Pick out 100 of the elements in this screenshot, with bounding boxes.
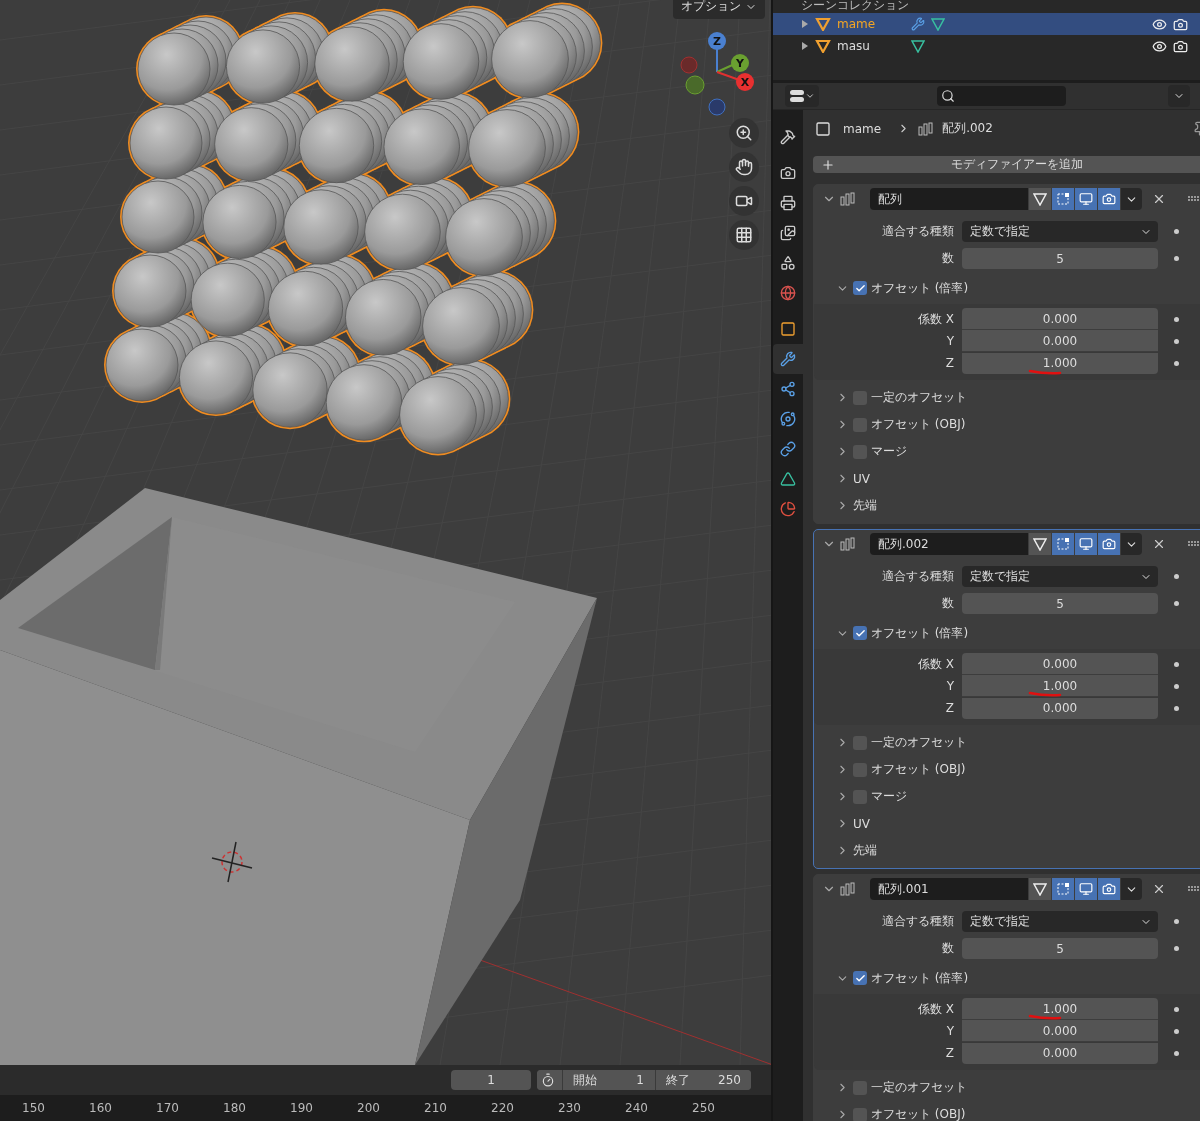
field-label: 適合する種類 <box>881 913 954 930</box>
close-icon[interactable] <box>1152 882 1166 896</box>
wrench-icon[interactable] <box>911 17 925 31</box>
checkbox[interactable] <box>853 281 867 295</box>
current-frame-field[interactable]: 1 <box>451 1070 531 1090</box>
dropdown-button[interactable] <box>1121 878 1142 900</box>
link-icon <box>780 441 796 457</box>
mesh-icon <box>1033 192 1047 206</box>
count-field[interactable]: 5 <box>962 938 1158 959</box>
keyframe-dot-icon[interactable] <box>1173 574 1179 579</box>
factor-field[interactable]: 1.000 <box>962 352 1158 374</box>
add-modifier-button[interactable]: モディファイアーを追加 <box>813 156 1200 173</box>
keyframe-dot-icon[interactable] <box>1173 661 1179 667</box>
monitor-icon <box>1079 537 1093 551</box>
camera-icon <box>1102 882 1116 896</box>
drag-handle-icon[interactable] <box>1188 886 1200 892</box>
object-icon <box>815 17 831 31</box>
expand-arrow-icon[interactable] <box>801 20 809 28</box>
globe-icon <box>780 285 796 301</box>
nodes-icon <box>780 381 796 397</box>
field-label: Z <box>944 1046 954 1060</box>
toggle-button[interactable] <box>1029 533 1051 555</box>
keyframe-dot-icon[interactable] <box>1173 705 1179 711</box>
toggle-button[interactable] <box>1075 878 1097 900</box>
factor-field[interactable]: 0.000 <box>962 308 1158 330</box>
camera-icon <box>780 165 796 181</box>
toggle-button[interactable] <box>1075 533 1097 555</box>
checkbox[interactable] <box>853 971 867 985</box>
toggle-button[interactable] <box>1029 188 1051 210</box>
keyframe-dot-icon[interactable] <box>1173 601 1179 606</box>
wrench-tab[interactable] <box>773 344 803 374</box>
toggle-button[interactable] <box>1098 878 1120 900</box>
outliner-row[interactable]: mame <box>773 13 1200 35</box>
breadcrumb-object[interactable]: mame <box>843 121 882 136</box>
field-label: 係数 X <box>916 1000 954 1018</box>
fit-type-dropdown[interactable]: 定数で指定 <box>962 566 1158 587</box>
keyframe-dot-icon[interactable] <box>1173 229 1179 234</box>
axis-gizmo-drawing[interactable]: Z Y X <box>675 30 755 120</box>
eye-icon[interactable] <box>1152 16 1167 32</box>
mesh-icon <box>1033 537 1047 551</box>
keyframe-dot-icon[interactable] <box>1173 1028 1179 1034</box>
toggle-button[interactable] <box>1075 188 1097 210</box>
factor-field[interactable]: 0.000 <box>962 1042 1158 1064</box>
options-button[interactable]: オプション <box>673 0 765 19</box>
breadcrumb-modifier[interactable]: 配列.002 <box>942 120 993 137</box>
checkbox[interactable] <box>853 626 867 640</box>
toggle-button[interactable] <box>1098 188 1120 210</box>
factor-field[interactable]: 1.000 <box>962 675 1158 697</box>
modifier-name-field[interactable]: 配列 <box>870 188 1028 210</box>
expand-arrow-icon[interactable] <box>801 42 809 50</box>
factor-field[interactable]: 0.000 <box>962 697 1158 719</box>
drag-handle-icon[interactable] <box>1188 541 1200 547</box>
toggle-button[interactable] <box>1029 878 1051 900</box>
drag-handle-icon[interactable] <box>1188 196 1200 202</box>
toggle-button[interactable] <box>1052 188 1074 210</box>
camera-icon[interactable] <box>1173 16 1188 32</box>
field-label: Y <box>945 1024 954 1038</box>
stopwatch-icon[interactable] <box>541 1073 555 1087</box>
frame-number: 190 <box>289 1101 314 1115</box>
factor-field[interactable]: 0.000 <box>962 1020 1158 1042</box>
mesh-icon <box>931 17 945 31</box>
editor-type-button[interactable] <box>785 85 819 107</box>
dropdown-button[interactable] <box>1121 188 1142 210</box>
section-label: オフセット (OBJ) <box>871 416 966 433</box>
keyframe-dot-icon[interactable] <box>1173 316 1179 322</box>
close-icon[interactable] <box>1152 192 1166 206</box>
shapes-icon <box>780 255 796 271</box>
search-field[interactable] <box>937 86 1066 106</box>
keyframe-dot-icon[interactable] <box>1173 1050 1179 1056</box>
modifier-name-field[interactable]: 配列.002 <box>870 533 1028 555</box>
count-field[interactable]: 5 <box>962 593 1158 614</box>
toggle-button[interactable] <box>1052 878 1074 900</box>
eye-icon[interactable] <box>1152 38 1167 54</box>
close-icon[interactable] <box>1152 537 1166 551</box>
camera-icon[interactable] <box>1173 38 1188 54</box>
toggle-button[interactable] <box>1098 533 1120 555</box>
vertex-select-icon <box>1056 537 1070 551</box>
pen-stroke-mark <box>1028 691 1062 697</box>
toggle-button[interactable] <box>1052 533 1074 555</box>
modifier-name-field[interactable]: 配列.001 <box>870 878 1028 900</box>
printer-icon <box>780 195 796 211</box>
frame-number: 150 <box>21 1101 46 1115</box>
dropdown-button[interactable] <box>1121 533 1142 555</box>
count-field[interactable]: 5 <box>962 248 1158 269</box>
factor-field[interactable]: 1.000 <box>962 998 1158 1020</box>
dropdown-button[interactable] <box>1168 85 1190 107</box>
keyframe-dot-icon[interactable] <box>1173 683 1179 689</box>
mesh-icon <box>911 39 925 53</box>
keyframe-dot-icon[interactable] <box>1173 946 1179 951</box>
keyframe-dot-icon[interactable] <box>1173 919 1179 924</box>
keyframe-dot-icon[interactable] <box>1173 338 1179 344</box>
fit-type-dropdown[interactable]: 定数で指定 <box>962 221 1158 242</box>
fit-type-dropdown[interactable]: 定数で指定 <box>962 911 1158 932</box>
factor-field[interactable]: 0.000 <box>962 330 1158 352</box>
keyframe-dot-icon[interactable] <box>1173 360 1179 366</box>
outliner-row[interactable]: masu <box>773 35 1200 57</box>
end-frame-field[interactable]: 終了 250 <box>655 1070 751 1090</box>
keyframe-dot-icon[interactable] <box>1173 1006 1179 1012</box>
factor-field[interactable]: 0.000 <box>962 653 1158 675</box>
keyframe-dot-icon[interactable] <box>1173 256 1179 261</box>
